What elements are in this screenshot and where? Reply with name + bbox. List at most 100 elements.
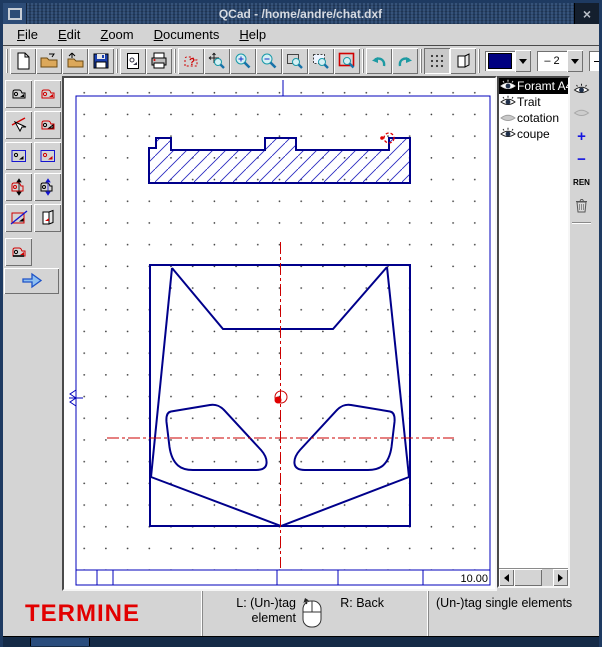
line-width-combo[interactable]: – 2	[537, 50, 583, 72]
close-button[interactable]: ×	[574, 3, 599, 24]
toolbar-separator	[174, 49, 176, 73]
title-bar[interactable]: QCad - /home/andre/chat.dxf ×	[3, 3, 599, 24]
hide-layer-button[interactable]	[571, 103, 592, 123]
tag-range-button[interactable]	[5, 173, 32, 201]
plus-icon: +	[577, 128, 586, 145]
layer-row[interactable]: Trait	[499, 94, 568, 110]
layer-name: cotation	[517, 111, 559, 125]
line-width-dash: –	[544, 55, 550, 67]
invert-tags-icon	[10, 243, 28, 261]
status-action-panel: TERMINE	[3, 591, 202, 637]
eye-icon	[500, 127, 516, 141]
zoom-window-button[interactable]	[282, 48, 308, 74]
main-toolbar: ?	[3, 46, 599, 76]
line-width-value: 2	[554, 55, 560, 67]
grid-spacing-label: 10.00	[460, 573, 488, 585]
undo-button[interactable]	[366, 48, 392, 74]
new-file-button[interactable]	[10, 48, 36, 74]
window-bottom-border	[0, 636, 602, 647]
layer-row[interactable]: coupe	[499, 126, 568, 142]
resize-handle[interactable]	[30, 638, 90, 646]
chevron-down-icon	[571, 59, 579, 64]
menu-zoom[interactable]: Zoom	[90, 25, 143, 44]
menu-edit[interactable]: Edit	[48, 25, 90, 44]
layer-list-hscrollbar[interactable]	[499, 568, 568, 586]
tag-elements-icon	[39, 85, 57, 103]
add-layer-button[interactable]: +	[571, 126, 592, 146]
grid-toggle-icon	[428, 52, 446, 70]
svg-text:?: ?	[189, 57, 195, 68]
scrollbar-track[interactable]	[542, 569, 553, 586]
redraw-button[interactable]: ?	[178, 48, 204, 74]
untag-intersected-button[interactable]	[5, 204, 32, 232]
layer-panel: Foramt A4 Trait cotation coupe	[497, 76, 570, 588]
grid-toggle-button[interactable]	[424, 48, 450, 74]
tag-element-icon	[10, 85, 28, 103]
menu-file[interactable]: File	[7, 25, 48, 44]
drawing-canvas[interactable]: 10.00	[62, 76, 497, 591]
import-file-icon	[66, 52, 84, 70]
untag-range-button[interactable]	[34, 173, 61, 201]
eye-icon	[573, 83, 590, 97]
tag-window-button[interactable]	[5, 142, 32, 170]
print-preview-button[interactable]	[120, 48, 146, 74]
delete-layer-button[interactable]	[571, 195, 592, 215]
status-bar: TERMINE L: (Un-)tag element R: Back (Un-…	[3, 591, 599, 637]
eye-closed-icon	[500, 111, 516, 125]
color-dropdown-button[interactable]	[515, 50, 531, 72]
deselect-pointer-button[interactable]	[5, 111, 32, 139]
left-mouse-hint: L: (Un-)tag element	[236, 596, 296, 626]
import-file-button[interactable]	[62, 48, 88, 74]
scroll-left-button[interactable]	[499, 569, 514, 586]
views-button[interactable]	[450, 48, 476, 74]
arrow-left-icon	[504, 574, 509, 582]
remove-layer-button[interactable]: −	[571, 149, 592, 169]
open-file-button[interactable]	[36, 48, 62, 74]
scrollbar-thumb[interactable]	[514, 569, 542, 586]
save-file-button[interactable]	[88, 48, 114, 74]
snap-point-marker	[275, 397, 282, 404]
redo-button[interactable]	[392, 48, 418, 74]
views-icon	[454, 52, 472, 70]
print-icon	[150, 52, 168, 70]
tag-elements-button[interactable]	[34, 80, 61, 108]
tag-window-icon	[10, 147, 28, 165]
zoom-in-button[interactable]	[230, 48, 256, 74]
untag-window-button[interactable]	[34, 142, 61, 170]
zoom-previous-button[interactable]	[334, 48, 360, 74]
scroll-right-button[interactable]	[553, 569, 568, 586]
layer-name: coupe	[517, 127, 550, 141]
tag-layer-button[interactable]	[34, 204, 61, 232]
show-layer-button[interactable]	[571, 80, 592, 100]
continue-button[interactable]	[4, 268, 59, 294]
open-file-icon	[40, 52, 58, 70]
zoom-auto-button[interactable]	[204, 48, 230, 74]
zoom-out-button[interactable]	[256, 48, 282, 74]
untag-element-button[interactable]	[34, 111, 61, 139]
invert-tags-button[interactable]	[5, 238, 32, 266]
eye-closed-icon	[573, 106, 590, 120]
continue-arrow-icon	[21, 272, 43, 290]
toolbar-separator	[478, 49, 480, 73]
arrow-right-icon	[558, 574, 563, 582]
print-button[interactable]	[146, 48, 172, 74]
tag-element-button[interactable]	[5, 80, 32, 108]
toolbar-handle[interactable]	[6, 49, 8, 73]
current-color-swatch	[488, 53, 512, 69]
window-menu-button[interactable]	[3, 3, 27, 24]
layer-row[interactable]: cotation	[499, 110, 568, 126]
layer-row[interactable]: Foramt A4	[499, 78, 568, 94]
layer-name: Foramt A4	[517, 79, 568, 93]
undo-icon	[370, 52, 388, 70]
rename-layer-button[interactable]: REN	[571, 172, 592, 192]
color-combo[interactable]	[485, 50, 531, 72]
line-style-combo[interactable]	[589, 50, 602, 72]
window-title: QCad - /home/andre/chat.dxf	[27, 3, 574, 24]
menu-documents[interactable]: Documents	[144, 25, 230, 44]
redo-icon	[396, 52, 414, 70]
menu-help[interactable]: Help	[229, 25, 276, 44]
width-dropdown-button[interactable]	[567, 50, 583, 72]
divider	[572, 222, 591, 224]
zoom-previous-icon	[338, 52, 356, 70]
zoom-selection-button[interactable]	[308, 48, 334, 74]
